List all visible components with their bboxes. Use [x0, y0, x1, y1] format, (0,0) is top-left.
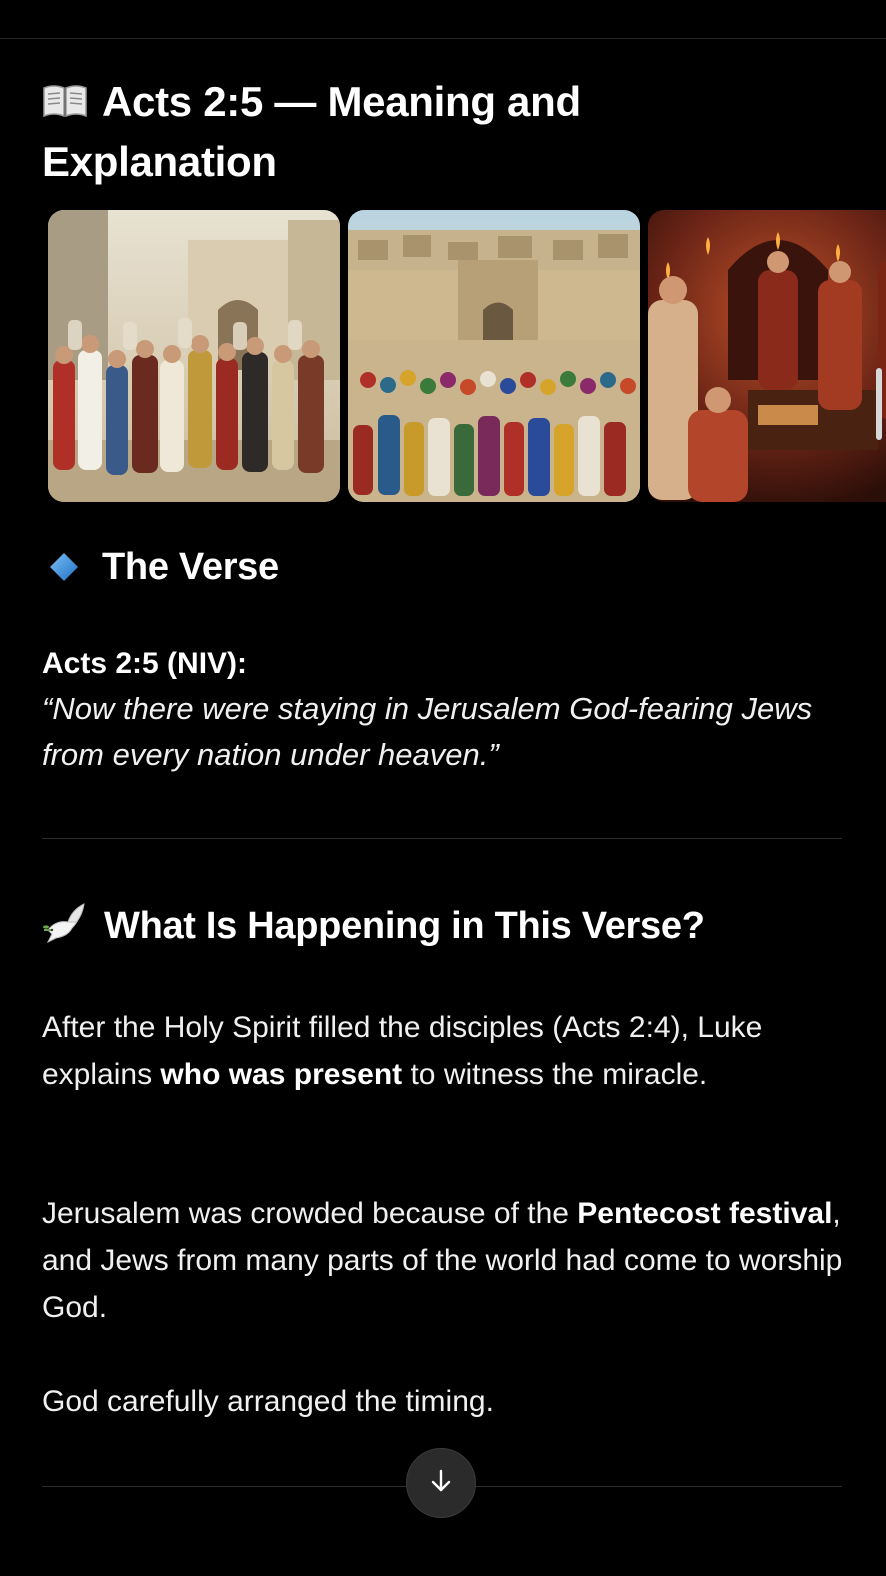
- page-title: Acts 2:5 — Meaning and Explanation: [42, 78, 581, 185]
- bold-phrase: who was present: [160, 1058, 403, 1091]
- page-title-row: Acts 2:5 — Meaning and Explanation: [42, 72, 822, 192]
- open-book-icon: [42, 74, 88, 118]
- paragraph-3: God carefully arranged the timing.: [42, 1385, 494, 1418]
- blue-diamond-icon: [48, 546, 80, 581]
- crowd-street-image[interactable]: [48, 210, 340, 502]
- arrow-down-icon: [428, 1468, 454, 1499]
- section-heading-text: The Verse: [102, 546, 279, 588]
- upper-room-image[interactable]: [648, 210, 886, 502]
- paragraph-1: After the Holy Spirit filled the discipl…: [42, 1011, 763, 1091]
- top-divider: [0, 38, 886, 39]
- section-divider: [42, 838, 842, 839]
- bold-phrase: Pentecost festival: [577, 1197, 833, 1230]
- jerusalem-square-image[interactable]: [348, 210, 640, 502]
- scroll-down-button[interactable]: [406, 1448, 476, 1518]
- dove-icon: [42, 900, 90, 944]
- section-heading-happening: What Is Happening in This Verse?: [42, 900, 705, 951]
- gallery-scroll-handle[interactable]: [876, 368, 882, 440]
- image-gallery[interactable]: [48, 210, 886, 504]
- paragraph-2: Jerusalem was crowded because of the Pen…: [42, 1197, 843, 1324]
- verse-quote: “Now there were staying in Jerusalem God…: [42, 691, 813, 772]
- section-heading-the-verse: The Verse: [48, 542, 279, 592]
- section-heading-text: What Is Happening in This Verse?: [104, 905, 705, 947]
- verse-reference: Acts 2:5 (NIV):: [42, 647, 248, 680]
